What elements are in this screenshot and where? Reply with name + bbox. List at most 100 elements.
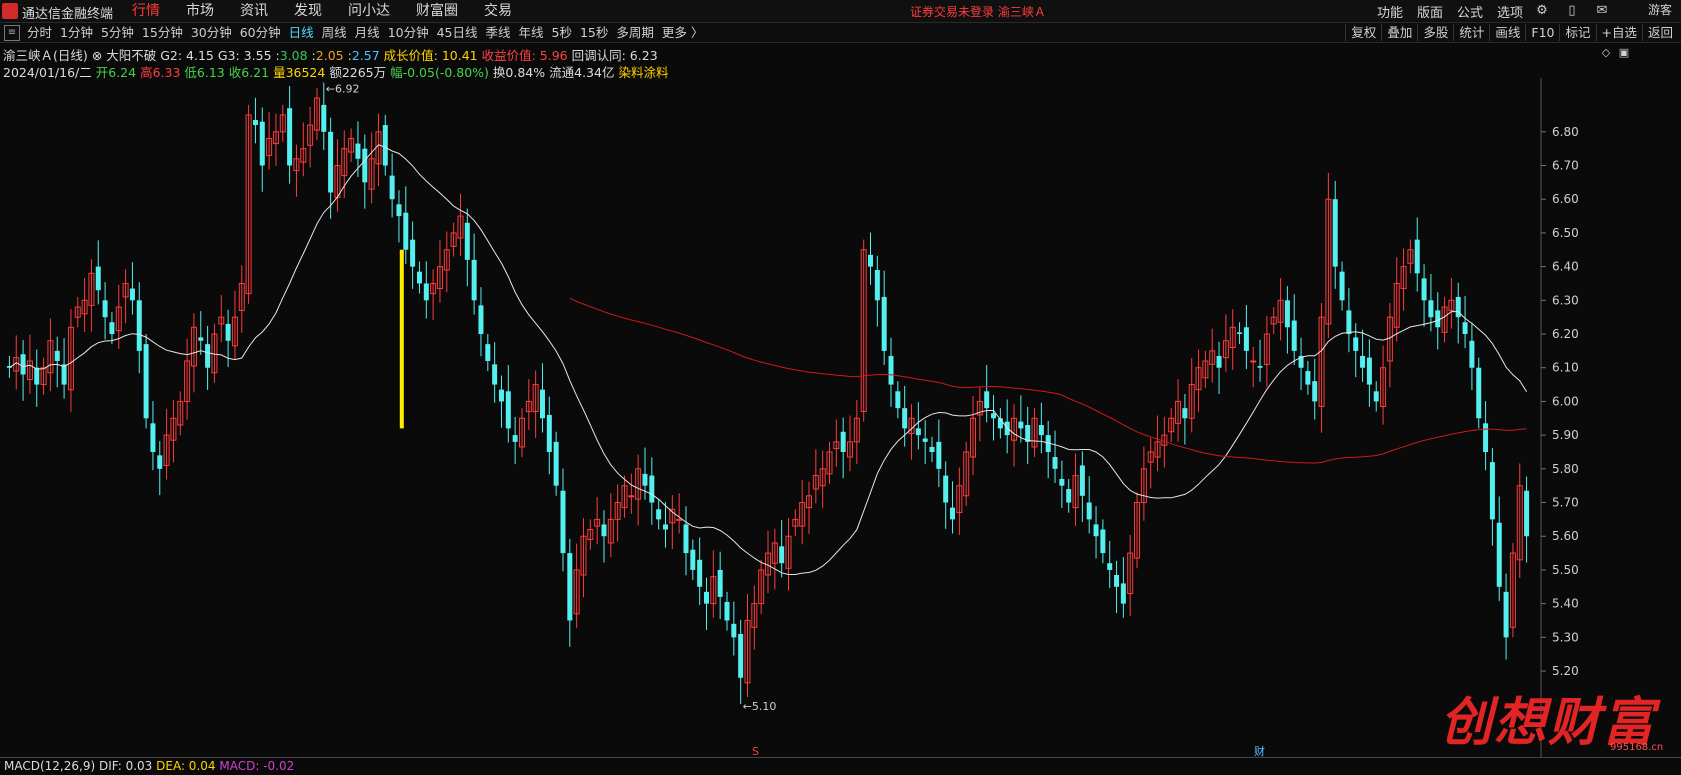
low-price-label: ←5.10 xyxy=(743,700,777,713)
candle-body-down xyxy=(1339,271,1345,301)
candle-body-down xyxy=(1305,371,1311,385)
candle-body-down xyxy=(881,296,887,351)
candle-body-down xyxy=(198,337,204,341)
menu-item-4[interactable]: 问小达 xyxy=(348,1,390,21)
right-menu-item-0[interactable]: 功能 xyxy=(1377,2,1403,21)
menu-icon[interactable]: ≡ xyxy=(4,25,20,41)
right-menu-item-3[interactable]: 选项 xyxy=(1497,2,1523,21)
period-tab-12[interactable]: 年线 xyxy=(519,24,544,41)
y-tick-label-3: 6.50 xyxy=(1552,226,1579,240)
candle-body-down xyxy=(61,364,67,385)
period-tab-3[interactable]: 15分钟 xyxy=(142,24,183,41)
right-menu-item-1[interactable]: 版面 xyxy=(1417,2,1443,21)
candle-body-down xyxy=(943,475,949,503)
menu-item-5[interactable]: 财富圈 xyxy=(416,1,458,21)
period-tab-16[interactable]: 更多 〉 xyxy=(662,24,703,41)
candle-body-down xyxy=(1079,465,1085,496)
candle-body-down xyxy=(1373,391,1379,402)
tool-button-3[interactable]: 统计 xyxy=(1453,24,1489,41)
period-tab-15[interactable]: 多周期 xyxy=(616,24,654,41)
earning-value: 收益价值: 5.96 xyxy=(481,48,568,63)
candle-body-down xyxy=(389,175,395,200)
candle-body-down xyxy=(252,120,258,126)
period-tab-9[interactable]: 10分钟 xyxy=(388,24,429,41)
candle-body-down xyxy=(505,391,511,429)
diamond-icon[interactable]: ◇ xyxy=(1597,45,1615,60)
phone-icon[interactable]: ▯ xyxy=(1563,3,1581,18)
period-tab-10[interactable]: 45日线 xyxy=(437,24,478,41)
period-tab-4[interactable]: 30分钟 xyxy=(191,24,232,41)
candle-body-down xyxy=(567,553,573,621)
user-label[interactable]: 游客 xyxy=(1640,3,1680,18)
indicator-name: 大阳不破 xyxy=(106,48,157,63)
tool-button-0[interactable]: 复权 xyxy=(1345,24,1381,41)
candle-body-down xyxy=(129,288,135,301)
tool-button-5[interactable]: F10 xyxy=(1525,24,1559,41)
menu-item-6[interactable]: 交易 xyxy=(484,1,512,21)
tool-button-6[interactable]: 标记 xyxy=(1559,24,1595,41)
candle-body-down xyxy=(328,131,334,193)
signal-highlight-bar xyxy=(399,249,404,429)
period-tab-0[interactable]: 分时 xyxy=(27,24,52,41)
app-title: 通达信金融终端 xyxy=(22,7,114,22)
period-tab-13[interactable]: 5秒 xyxy=(552,24,572,41)
candle-body-down xyxy=(560,490,566,554)
candle-body-down xyxy=(656,509,662,520)
period-tabs: 分时 1分钟 5分钟 15分钟 30分钟 60分钟 日线 周线 月线 10分钟 45日线 季线 年线 5秒… xyxy=(27,24,711,41)
y-tick-label-15: 5.30 xyxy=(1552,630,1579,644)
menu-item-0[interactable]: 行情 xyxy=(132,1,160,21)
menu-item-2[interactable]: 资讯 xyxy=(240,1,268,21)
tool-button-8[interactable]: 返回 xyxy=(1641,24,1678,41)
candle-body-down xyxy=(649,475,655,503)
candle-body-down xyxy=(888,355,894,385)
candle-body-down xyxy=(157,455,163,469)
candle-body-down xyxy=(539,389,545,419)
signal-marker-cai: 财 xyxy=(1254,744,1265,758)
watermark-url: 995168.cn xyxy=(1610,742,1664,753)
candle-body-down xyxy=(403,212,409,250)
candle-body-down xyxy=(1052,457,1058,469)
tool-button-4[interactable]: 画线 xyxy=(1489,24,1525,41)
candle-body-down xyxy=(868,254,874,267)
macd-info: MACD(12,26,9) DIF: 0.03 DEA: 0.04 MACD: … xyxy=(4,759,294,773)
window-icon[interactable]: ▣ xyxy=(1615,45,1633,60)
menu-item-3[interactable]: 发现 xyxy=(294,1,322,21)
tool-button-1[interactable]: 叠加 xyxy=(1381,24,1417,41)
period-tab-7[interactable]: 周线 xyxy=(322,24,347,41)
candle-body-down xyxy=(690,549,696,570)
kline-svg[interactable]: 6.80 6.70 6.60 6.50 6.40 6.30 6.20 6.10 6.00 5.90… xyxy=(0,78,1681,758)
kline-chart[interactable]: 6.80 6.70 6.60 6.50 6.40 6.30 6.20 6.10 6.00 5.90… xyxy=(0,78,1681,758)
candle-body-down xyxy=(1243,327,1249,351)
tool-button-7[interactable]: +自选 xyxy=(1595,24,1642,41)
period-tab-11[interactable]: 季线 xyxy=(486,24,511,41)
candle-body-down xyxy=(991,413,997,419)
candle-body-down xyxy=(724,601,730,621)
message-icon[interactable]: ✉ xyxy=(1593,3,1611,18)
period-tab-5[interactable]: 60分钟 xyxy=(240,24,281,41)
period-tab-2[interactable]: 5分钟 xyxy=(101,24,134,41)
period-tab-6[interactable]: 日线 xyxy=(289,24,314,41)
candle-body-down xyxy=(642,473,648,486)
period-tab-1[interactable]: 1分钟 xyxy=(60,24,93,41)
period-tab-14[interactable]: 15秒 xyxy=(580,24,608,41)
value-1: 3.08 xyxy=(279,48,308,63)
right-menu-item-2[interactable]: 公式 xyxy=(1457,2,1483,21)
candle-body-up xyxy=(676,518,683,521)
y-tick-label-6: 6.20 xyxy=(1552,327,1579,341)
tool-button-2[interactable]: 多股 xyxy=(1417,24,1453,41)
candle-body-up xyxy=(628,495,635,498)
candle-body-down xyxy=(34,367,40,385)
collapse-icon[interactable]: ⊗ xyxy=(92,48,102,63)
macd-label: MACD(12,26,9) xyxy=(4,759,96,773)
candle-body-down xyxy=(416,271,422,284)
candle-body-down xyxy=(936,441,942,469)
candle-body-down xyxy=(1216,355,1222,368)
candle-body-down xyxy=(1353,337,1359,351)
candle-body-down xyxy=(922,438,928,442)
settings-icon[interactable]: ⚙ xyxy=(1533,3,1551,18)
candle-body-down xyxy=(1524,490,1530,537)
period-tab-8[interactable]: 月线 xyxy=(355,24,380,41)
candle-body-down xyxy=(109,322,115,335)
menu-item-1[interactable]: 市场 xyxy=(186,1,214,21)
candle-body-down xyxy=(1414,239,1420,274)
